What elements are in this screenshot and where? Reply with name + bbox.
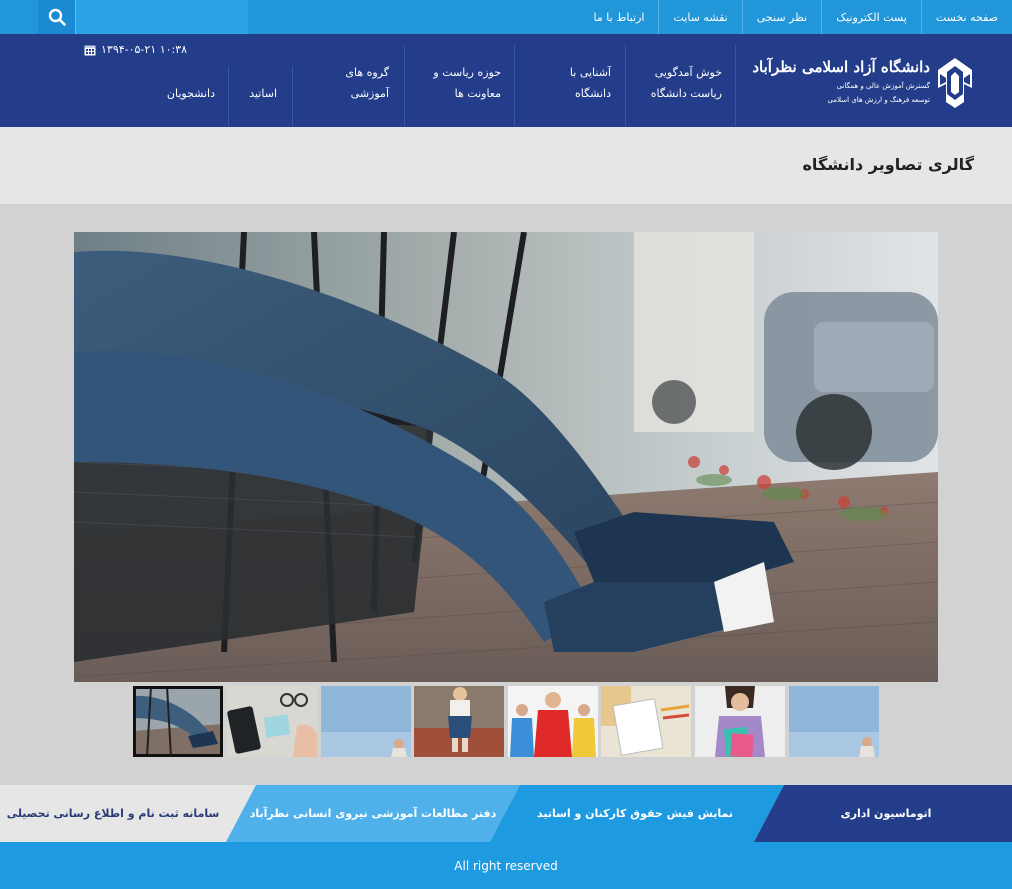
nav-divider [228,66,229,126]
nav-item-label: دانشگاه [574,87,611,100]
search-icon [48,8,66,26]
nav-item-label: معاونت ها [454,87,501,100]
page-title-band: گالری تصاویر دانشگاه [0,127,1012,205]
nav-item-professors[interactable]: اساتید [249,83,277,104]
university-logo[interactable]: دانشگاه آزاد اسلامی نظرآباد گسترش آموزش … [752,54,976,110]
nav-divider [625,45,626,126]
banner-registration-system[interactable]: سامانه ثبت نام و اطلاع رسانی تحصیلی [0,785,226,842]
top-nav-sitemap[interactable]: نقشه سایت [658,0,741,34]
copyright-text: All right reserved [454,858,558,873]
nav-item-students[interactable]: دانشجویان [167,83,215,104]
banner-office-automation[interactable]: اتوماسیون اداری [770,785,1002,842]
nav-item-departments[interactable]: گروه های آموزشی [345,62,389,104]
gallery-thumbnail[interactable] [695,686,785,757]
nav-item-label: خوش آمدگویی [654,66,722,79]
nav-item-welcome[interactable]: خوش آمدگویی ریاست دانشگاه [651,62,722,104]
logo-subtitle: توسعه فرهنگ و ارزش های اسلامی [827,96,930,104]
nav-item-about[interactable]: آشنایی با دانشگاه [570,62,611,104]
nav-divider [292,66,293,126]
gallery-main-image[interactable] [74,232,938,682]
gallery-thumbnail[interactable] [227,686,317,757]
nav-item-label: ریاست دانشگاه [650,87,722,100]
banner-education-office[interactable]: دفتر مطالعات آموزشی نیروی انسانی نظرآباد [244,785,502,842]
nav-item-label: آموزشی [350,87,389,100]
gallery-thumbnail[interactable] [789,686,879,757]
top-nav: صفحه نخست پست الکترونیک نظر سنجی نقشه سا… [580,0,1012,34]
logo-subtitle: گسترش آموزش عالی و همگانی [836,82,930,90]
search-box [38,0,248,34]
gallery-thumbnail[interactable] [133,686,223,757]
gallery-thumbnail[interactable] [601,686,691,757]
page-title: گالری تصاویر دانشگاه [802,155,974,174]
gallery-thumbnail[interactable] [508,686,598,757]
datetime-text: ۱۳۹۴-۰۵-۲۱ ۱۰:۳۸ [101,43,188,56]
current-datetime: ۱۳۹۴-۰۵-۲۱ ۱۰:۳۸ [84,43,187,56]
nav-item-label: دانشجویان [166,87,215,100]
nav-divider [404,45,405,126]
nav-item-label: آشنایی با [569,66,611,79]
nav-item-label: حوزه ریاست و [433,66,501,79]
site-footer: All right reserved [0,842,1012,889]
quick-links-banners: اتوماسیون اداری نمایش فیش حقوق کارکنان و… [0,785,1012,842]
top-nav-email[interactable]: پست الکترونیک [821,0,921,34]
banner-payslip[interactable]: نمایش فیش حقوق کارکنان و اساتید [510,785,760,842]
nav-divider [735,45,736,126]
top-nav-poll[interactable]: نظر سنجی [741,0,821,34]
top-nav-contact[interactable]: ارتباط با ما [580,0,659,34]
search-button[interactable] [38,0,76,34]
jeans-sneakers-photo [74,232,938,682]
gallery-thumbnail[interactable] [414,686,504,757]
university-emblem-icon [938,58,972,108]
top-bar: صفحه نخست پست الکترونیک نظر سنجی نقشه سا… [0,0,1012,34]
logo-title: دانشگاه آزاد اسلامی نظرآباد [752,58,930,76]
search-input[interactable] [76,0,248,34]
nav-item-presidency[interactable]: حوزه ریاست و معاونت ها [433,62,501,104]
nav-item-label: گروه های [345,66,389,79]
gallery-thumbnail[interactable] [321,686,411,757]
nav-item-label: اساتید [249,87,277,100]
nav-divider [514,45,515,126]
top-nav-home[interactable]: صفحه نخست [920,0,1012,34]
calendar-icon [84,45,96,55]
